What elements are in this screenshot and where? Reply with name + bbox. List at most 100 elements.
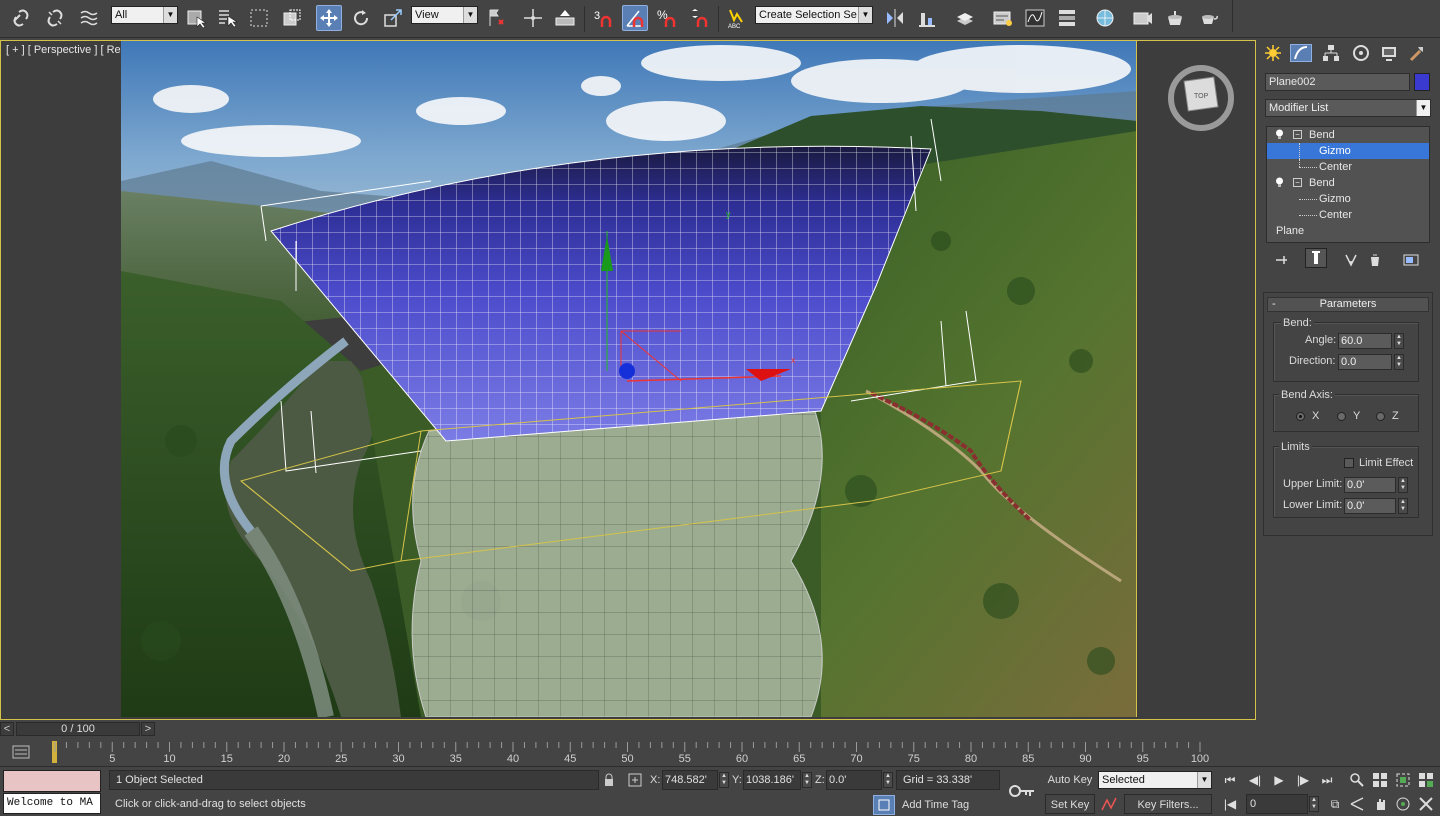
zoom-extents-icon[interactable] — [1392, 770, 1414, 790]
angle-spinner[interactable]: 60.0 — [1338, 333, 1392, 349]
keyboard-shortcut-toggle-icon[interactable] — [552, 5, 578, 31]
set-key-curve-icon[interactable] — [1098, 794, 1120, 814]
select-by-name-icon[interactable] — [214, 5, 240, 31]
default-in-out-tangents-icon[interactable] — [1004, 775, 1038, 809]
display-tab-icon[interactable] — [1378, 44, 1400, 62]
lightbulb-icon[interactable] — [1275, 129, 1284, 139]
next-key-icon[interactable]: |▶ — [1292, 770, 1314, 790]
unlink-icon[interactable] — [42, 5, 68, 31]
key-filters-button[interactable]: Key Filters... — [1124, 794, 1212, 814]
time-configuration-icon[interactable]: ⧉ — [1324, 794, 1346, 814]
snaps-toggle-icon[interactable]: 3 — [590, 5, 616, 31]
direction-spinner[interactable]: 0.0 — [1338, 354, 1392, 370]
angle-spinner-arrows[interactable]: ▲ ▼ — [1394, 333, 1404, 349]
utilities-tab-icon[interactable] — [1406, 44, 1428, 62]
go-to-start-icon[interactable]: ⏮ — [1219, 770, 1241, 790]
stack-item-gizmo-1[interactable]: Gizmo — [1267, 143, 1429, 159]
create-tab-icon[interactable] — [1262, 44, 1284, 62]
modify-tab-icon[interactable] — [1290, 44, 1312, 62]
z-coord-field[interactable]: 0.0' — [826, 770, 882, 790]
angle-snap-icon[interactable] — [622, 5, 648, 31]
link-icon[interactable] — [8, 5, 34, 31]
object-color-swatch[interactable] — [1414, 73, 1430, 91]
time-slider-thumb[interactable]: 0 / 100 — [16, 722, 140, 736]
time-tag-icon[interactable] — [873, 795, 895, 815]
zoom-icon[interactable] — [1346, 770, 1368, 790]
lower-limit-spinner-arrows[interactable]: ▲ ▼ — [1398, 498, 1408, 514]
stack-item-gizmo-2[interactable]: Gizmo — [1267, 191, 1429, 207]
previous-frame-button[interactable]: < — [0, 722, 14, 736]
render-production-icon[interactable] — [1196, 5, 1222, 31]
viewport-view-label[interactable]: [ Perspective ] — [28, 44, 98, 56]
scene-explorer-icon[interactable] — [990, 5, 1016, 31]
schematic-view-icon[interactable] — [1054, 5, 1080, 31]
add-time-tag-button[interactable]: Add Time Tag — [898, 795, 998, 815]
direction-spinner-arrows[interactable]: ▲ ▼ — [1394, 354, 1404, 370]
play-icon[interactable]: ▶ — [1268, 770, 1290, 790]
previous-key-icon[interactable]: ◀| — [1244, 770, 1266, 790]
collapse-icon[interactable]: − — [1293, 178, 1302, 187]
maxscript-listener-mini[interactable] — [3, 770, 101, 792]
selection-lock-icon[interactable] — [598, 770, 620, 790]
parameters-rollout-header[interactable]: - Parameters — [1267, 297, 1429, 312]
current-frame-field[interactable]: 0 — [1246, 794, 1308, 814]
rendered-frame-window-icon[interactable] — [1162, 5, 1188, 31]
layer-manager-icon[interactable] — [952, 5, 978, 31]
zoom-all-icon[interactable] — [1369, 770, 1391, 790]
viewport-menu-label[interactable]: [ + ] — [6, 44, 25, 56]
render-setup-icon[interactable] — [1130, 5, 1156, 31]
spinner-snap-icon[interactable] — [686, 5, 712, 31]
selection-filter-dropdown[interactable]: All ▼ — [111, 6, 178, 24]
remove-modifier-icon[interactable] — [1364, 250, 1386, 270]
hierarchy-tab-icon[interactable] — [1320, 44, 1342, 62]
lower-limit-spinner[interactable]: 0.0' — [1344, 498, 1396, 514]
motion-tab-icon[interactable] — [1350, 44, 1372, 62]
stack-item-center-2[interactable]: Center — [1267, 207, 1429, 223]
auto-key-button[interactable]: Auto Key — [1045, 770, 1095, 790]
stack-item-plane[interactable]: Plane — [1267, 223, 1429, 239]
edit-named-selection-icon[interactable]: ABC — [724, 5, 750, 31]
window-crossing-icon[interactable] — [279, 5, 305, 31]
zoom-extents-all-icon[interactable] — [1415, 770, 1437, 790]
go-to-end-icon[interactable]: ⏭ — [1316, 770, 1338, 790]
orbit-icon[interactable] — [1392, 794, 1414, 814]
next-frame-button[interactable]: > — [141, 722, 155, 736]
x-coord-field[interactable]: 748.582' — [662, 770, 718, 790]
make-unique-icon[interactable] — [1340, 250, 1362, 270]
lightbulb-icon[interactable] — [1275, 177, 1284, 187]
rectangular-selection-icon[interactable] — [246, 5, 272, 31]
scale-icon[interactable] — [380, 5, 406, 31]
select-manipulate-icon[interactable] — [520, 5, 546, 31]
pivot-center-icon[interactable] — [482, 5, 508, 31]
key-mode-toggle-icon[interactable]: |◀ — [1219, 794, 1241, 814]
pin-stack-icon[interactable] — [1270, 250, 1292, 270]
maximize-viewport-icon[interactable] — [1415, 794, 1437, 814]
limit-effect-checkbox[interactable] — [1344, 458, 1354, 468]
select-object-icon[interactable] — [183, 5, 209, 31]
modifier-stack[interactable]: − Bend Gizmo Center − Bend Gizmo Center … — [1266, 126, 1430, 243]
named-selection-dropdown[interactable]: Create Selection Se ▼ — [755, 6, 873, 24]
perspective-viewport[interactable]: y x — [121, 41, 1137, 717]
stack-item-bend-1[interactable]: − Bend — [1267, 127, 1429, 143]
show-end-result-icon[interactable] — [1305, 248, 1327, 268]
percent-snap-icon[interactable]: % — [654, 5, 680, 31]
frame-spinner-arrows[interactable]: ▲ ▼ — [1309, 796, 1319, 812]
upper-limit-spinner[interactable]: 0.0' — [1344, 477, 1396, 493]
y-coord-field[interactable]: 1038.186' — [743, 770, 801, 790]
axis-y-radio[interactable] — [1337, 412, 1346, 421]
mirror-icon[interactable] — [882, 5, 908, 31]
modifier-list-dropdown[interactable]: Modifier List ▼ — [1265, 99, 1431, 117]
material-editor-icon[interactable] — [1092, 5, 1118, 31]
viewcube[interactable]: TOP — [1166, 64, 1236, 134]
z-spinner-arrows[interactable]: ▲ ▼ — [883, 772, 893, 788]
set-key-button[interactable]: Set Key — [1045, 794, 1095, 814]
align-icon[interactable] — [914, 5, 940, 31]
axis-z-radio[interactable] — [1376, 412, 1385, 421]
y-spinner-arrows[interactable]: ▲ ▼ — [802, 772, 812, 788]
reference-coordinate-dropdown[interactable]: View ▼ — [411, 6, 478, 24]
key-mode-dropdown[interactable]: Selected ▼ — [1098, 771, 1212, 789]
maxscript-input[interactable]: Welcome to MA — [3, 793, 101, 814]
configure-modifier-sets-icon[interactable] — [1400, 250, 1422, 270]
x-spinner-arrows[interactable]: ▲ ▼ — [719, 772, 729, 788]
field-of-view-icon[interactable] — [1346, 794, 1368, 814]
